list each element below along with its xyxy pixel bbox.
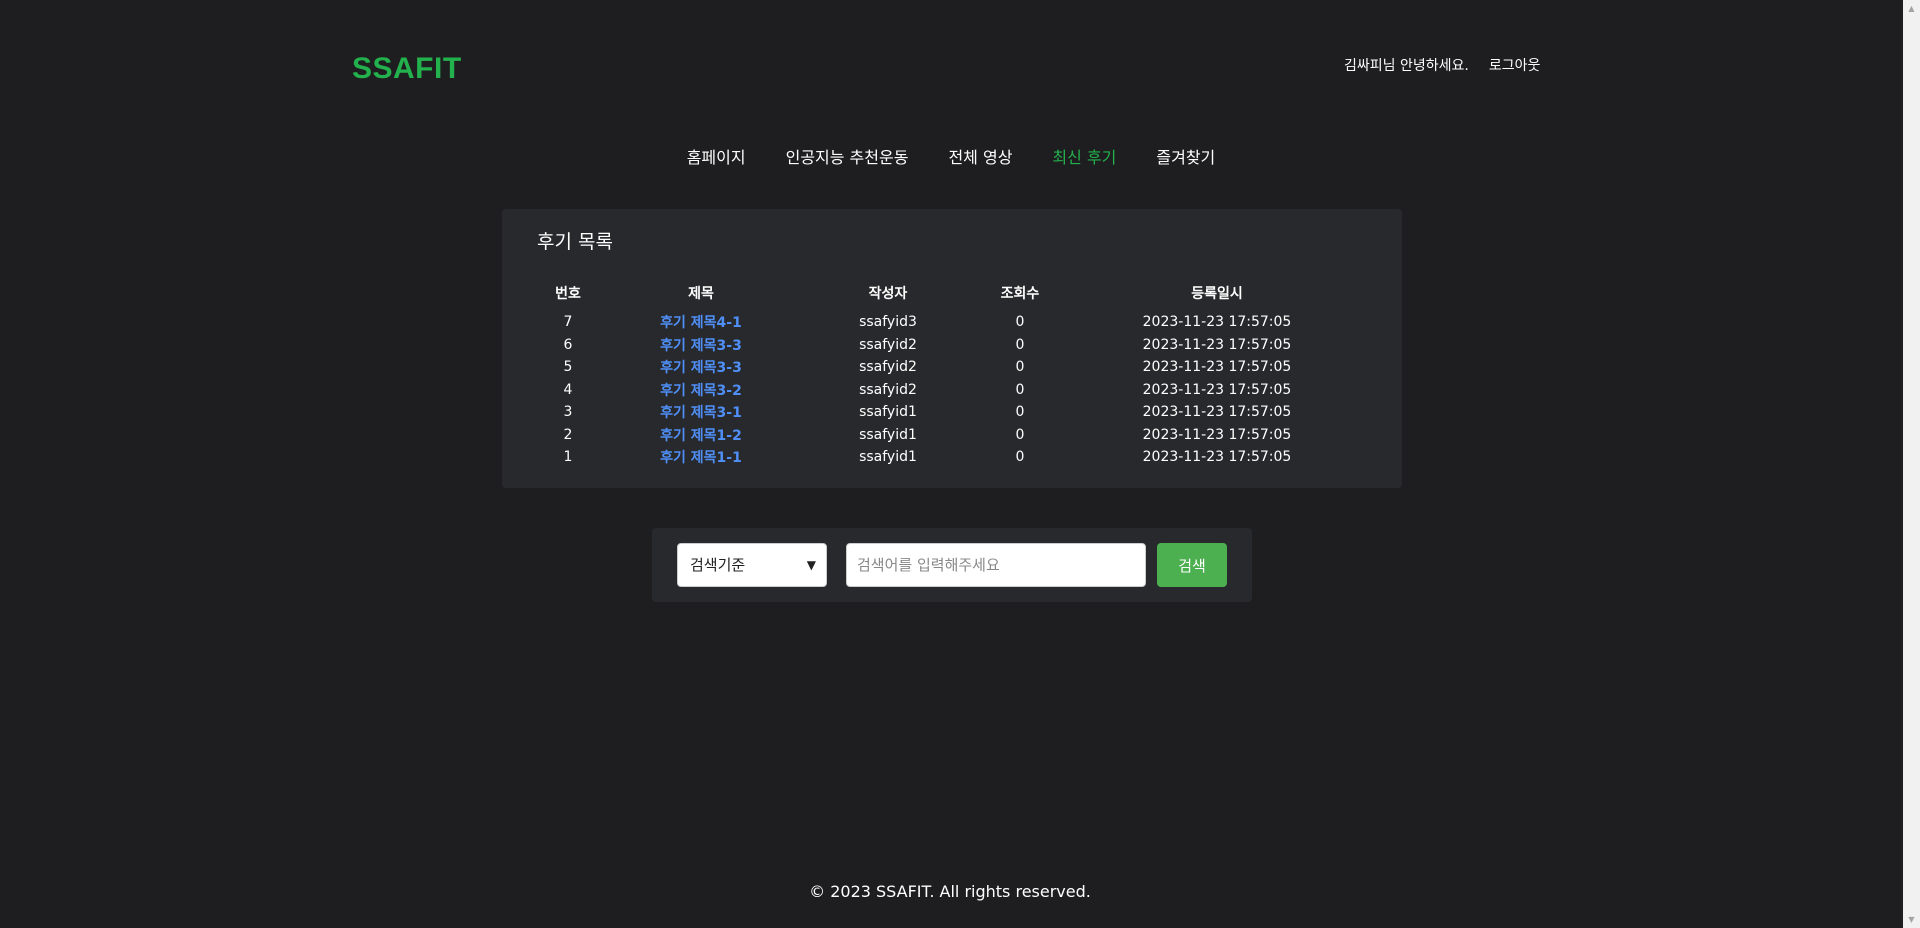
review-title-link[interactable]: 후기 제목3-1 — [660, 405, 742, 421]
review-title-link[interactable]: 후기 제목4-1 — [660, 315, 742, 331]
cell-date: 2023-11-23 17:57:05 — [1142, 426, 1292, 443]
table-row: 4 후기 제목3-2 ssafyid2 0 2023-11-23 17:57:0… — [522, 379, 1382, 402]
cell-views: 0 — [1015, 336, 1025, 353]
greeting-text: 김싸피님 안녕하세요. — [1344, 58, 1469, 74]
cell-date: 2023-11-23 17:57:05 — [1142, 314, 1292, 331]
cell-author: ssafyid2 — [859, 381, 917, 398]
review-title-link[interactable]: 후기 제목1-1 — [660, 450, 742, 466]
column-header-date: 등록일시 — [1191, 286, 1243, 302]
review-list-title: 후기 목록 — [537, 231, 613, 253]
cell-date: 2023-11-23 17:57:05 — [1142, 449, 1292, 466]
cell-title: 후기 제목3-3 — [614, 334, 788, 357]
review-table: 번호 제목 작성자 조회수 등록일시 7 후기 제목4-1 ssafyid3 0… — [522, 283, 1382, 469]
search-criteria-value: 검색기준 — [690, 556, 746, 574]
table-row: 5 후기 제목3-3 ssafyid2 0 2023-11-23 17:57:0… — [522, 356, 1382, 379]
cell-date: 2023-11-23 17:57:05 — [1142, 381, 1292, 398]
cell-title: 후기 제목3-1 — [614, 401, 788, 424]
cell-views: 0 — [1015, 404, 1025, 421]
search-panel: 검색기준 ▼ 검색 — [652, 528, 1252, 602]
logo[interactable]: SSAFIT — [352, 52, 462, 86]
cell-number: 4 — [563, 381, 573, 398]
table-row: 1 후기 제목1-1 ssafyid1 0 2023-11-23 17:57:0… — [522, 446, 1382, 469]
cell-title: 후기 제목1-1 — [614, 446, 788, 469]
review-list-panel: 후기 목록 번호 제목 작성자 조회수 등록일시 7 후기 제목4-1 ssaf… — [502, 209, 1402, 488]
nav-item-latest-reviews[interactable]: 최신 후기 — [1052, 144, 1116, 168]
nav-item-favorites[interactable]: 즐겨찾기 — [1156, 144, 1215, 168]
table-header-row: 번호 제목 작성자 조회수 등록일시 — [522, 283, 1382, 311]
table-row: 2 후기 제목1-2 ssafyid1 0 2023-11-23 17:57:0… — [522, 424, 1382, 447]
search-button[interactable]: 검색 — [1157, 543, 1227, 587]
cell-author: ssafyid3 — [859, 314, 917, 331]
main-nav: 홈페이지 인공지능 추천운동 전체 영상 최신 후기 즐겨찾기 — [0, 144, 1920, 168]
footer-copyright: © 2023 SSAFIT. All rights reserved. — [809, 882, 1091, 901]
cell-number: 6 — [563, 336, 573, 353]
nav-item-ai-recommend[interactable]: 인공지능 추천운동 — [786, 144, 909, 168]
search-criteria-select[interactable]: 검색기준 ▼ — [677, 543, 827, 587]
table-row: 3 후기 제목3-1 ssafyid1 0 2023-11-23 17:57:0… — [522, 401, 1382, 424]
cell-date: 2023-11-23 17:57:05 — [1142, 359, 1292, 376]
cell-views: 0 — [1015, 359, 1025, 376]
user-area: 김싸피님 안녕하세요. 로그아웃 — [1344, 55, 1540, 75]
cell-views: 0 — [1015, 426, 1025, 443]
cell-date: 2023-11-23 17:57:05 — [1142, 404, 1292, 421]
cell-number: 1 — [563, 449, 573, 466]
column-header-views: 조회수 — [1000, 286, 1040, 302]
cell-author: ssafyid2 — [859, 359, 917, 376]
search-input[interactable] — [846, 543, 1146, 587]
nav-item-all-videos[interactable]: 전체 영상 — [948, 144, 1012, 168]
review-title-link[interactable]: 후기 제목3-2 — [660, 383, 742, 399]
column-header-number: 번호 — [555, 286, 581, 302]
cell-number: 2 — [563, 426, 573, 443]
review-title-link[interactable]: 후기 제목3-3 — [660, 360, 742, 376]
scroll-down-arrow-icon[interactable]: ▼ — [1903, 911, 1920, 928]
cell-author: ssafyid1 — [859, 426, 917, 443]
cell-number: 7 — [563, 314, 573, 331]
chevron-down-icon: ▼ — [806, 558, 816, 572]
cell-views: 0 — [1015, 449, 1025, 466]
column-header-title: 제목 — [688, 286, 714, 302]
cell-title: 후기 제목4-1 — [614, 311, 788, 334]
cell-title: 후기 제목1-2 — [614, 424, 788, 447]
cell-author: ssafyid1 — [859, 449, 917, 466]
cell-number: 3 — [563, 404, 573, 421]
table-row: 7 후기 제목4-1 ssafyid3 0 2023-11-23 17:57:0… — [522, 311, 1382, 334]
cell-date: 2023-11-23 17:57:05 — [1142, 336, 1292, 353]
cell-views: 0 — [1015, 314, 1025, 331]
review-title-link[interactable]: 후기 제목3-3 — [660, 338, 742, 354]
vertical-scrollbar[interactable]: ▲ ▼ — [1903, 0, 1920, 928]
nav-item-home[interactable]: 홈페이지 — [687, 144, 746, 168]
table-row: 6 후기 제목3-3 ssafyid2 0 2023-11-23 17:57:0… — [522, 334, 1382, 357]
column-header-author: 작성자 — [868, 286, 908, 302]
page: SSAFIT 김싸피님 안녕하세요. 로그아웃 홈페이지 인공지능 추천운동 전… — [0, 0, 1920, 928]
logout-link[interactable]: 로그아웃 — [1489, 55, 1541, 75]
cell-author: ssafyid2 — [859, 336, 917, 353]
scroll-up-arrow-icon[interactable]: ▲ — [1903, 0, 1920, 17]
cell-title: 후기 제목3-2 — [614, 379, 788, 402]
cell-title: 후기 제목3-3 — [614, 356, 788, 379]
review-title-link[interactable]: 후기 제목1-2 — [660, 428, 742, 444]
cell-author: ssafyid1 — [859, 404, 917, 421]
cell-views: 0 — [1015, 381, 1025, 398]
cell-number: 5 — [563, 359, 573, 376]
